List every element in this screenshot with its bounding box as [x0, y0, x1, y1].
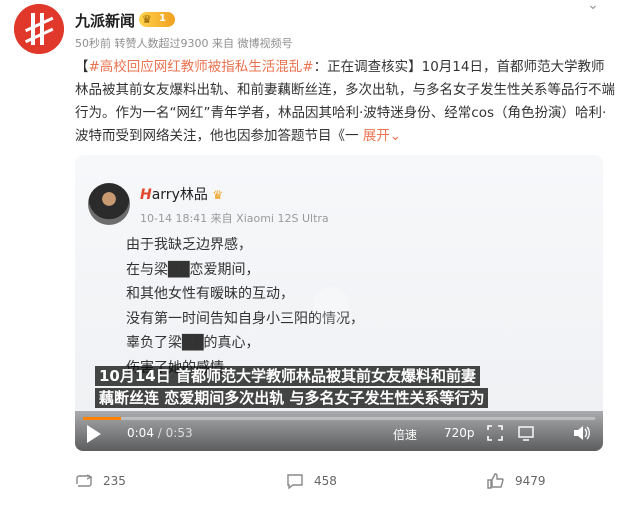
expand-label: 展开 — [362, 128, 390, 144]
crown-icon: ♛ — [212, 188, 224, 202]
subtitle-line: 10月14日 首都师范大学教师林品被其前女友爆料和前妻 — [95, 366, 480, 386]
progress-fill — [83, 417, 122, 420]
card-author: Harry林品 ♛ — [140, 184, 223, 204]
expand-link[interactable]: 展开⌄ — [363, 128, 401, 144]
comment-count: 458 — [314, 474, 337, 488]
topic-link[interactable]: #高校回应网红教师被指私生活混乱# — [89, 59, 314, 75]
author-name[interactable]: 九派新闻 — [75, 10, 135, 31]
comment-button[interactable]: 458 — [286, 468, 337, 494]
card-name: arry林品 — [151, 187, 208, 203]
chevron-down-icon: ⌄ — [389, 128, 402, 144]
more-icon[interactable]: ⌄ — [584, 0, 602, 14]
play-icon[interactable] — [87, 425, 101, 443]
card-meta: 10-14 18:41 来自 Xiaomi 12S Ultra — [140, 212, 329, 225]
progress-bar[interactable] — [83, 417, 595, 420]
volume-icon[interactable] — [573, 425, 591, 441]
avatar[interactable] — [14, 4, 64, 54]
like-button[interactable]: 9479 — [487, 468, 546, 494]
card-line: 辜负了梁██的真心， — [126, 335, 260, 351]
post-header: 九派新闻 ♛ 1 50秒前 转赞人数超过9300 来自 微博视频号 ⌄ — [0, 0, 640, 56]
action-bar: 235 458 9479 — [75, 468, 615, 494]
quality-button[interactable]: 720p — [444, 426, 475, 440]
open-bracket: 【 — [75, 59, 89, 75]
current-time: 0:04 — [127, 426, 154, 440]
like-icon — [487, 473, 504, 489]
video-player[interactable]: Harry林品 ♛ 10-14 18:41 来自 Xiaomi 12S Ultr… — [75, 155, 603, 451]
post-meta: 50秒前 转赞人数超过9300 来自 微博视频号 — [75, 37, 293, 50]
fullscreen-icon[interactable] — [487, 425, 503, 441]
subtitle-line: 藕断丝连 恋爱期间多次出轨 与多名女子发生性关系等行为 — [95, 388, 489, 408]
card-line: 在与梁██恋爱期间， — [126, 261, 260, 278]
comment-icon — [287, 474, 303, 489]
brand-logo-icon — [14, 4, 64, 54]
like-count: 9479 — [515, 474, 546, 488]
crown-icon: ♛ — [142, 13, 152, 26]
center-play-icon[interactable] — [313, 287, 349, 323]
cast-icon[interactable] — [518, 425, 534, 441]
video-subtitle: 10月14日 首都师范大学教师林品被其前女友爆料和前妻 藕断丝连 恋爱期间多次出… — [95, 365, 565, 409]
card-name-prefix: H — [140, 187, 152, 203]
repost-button[interactable]: 235 — [75, 468, 126, 494]
card-line: 由于我缺乏边界感， — [126, 237, 252, 253]
repost-count: 235 — [103, 474, 126, 488]
speed-button[interactable]: 倍速 — [393, 426, 417, 443]
total-time: / 0:53 — [157, 426, 193, 440]
post-text: 【#高校回应网红教师被指私生活混乱#：正在调查核实】10月14日，首都师范大学教… — [75, 56, 615, 148]
vip-badge: ♛ 1 — [139, 12, 175, 27]
card-avatar — [88, 183, 130, 225]
level-number: 1 — [159, 13, 166, 24]
time-display: 0:04 / 0:53 — [127, 426, 193, 440]
player-controls: 0:04 / 0:53 倍速 720p — [75, 411, 603, 451]
repost-icon — [76, 474, 93, 487]
